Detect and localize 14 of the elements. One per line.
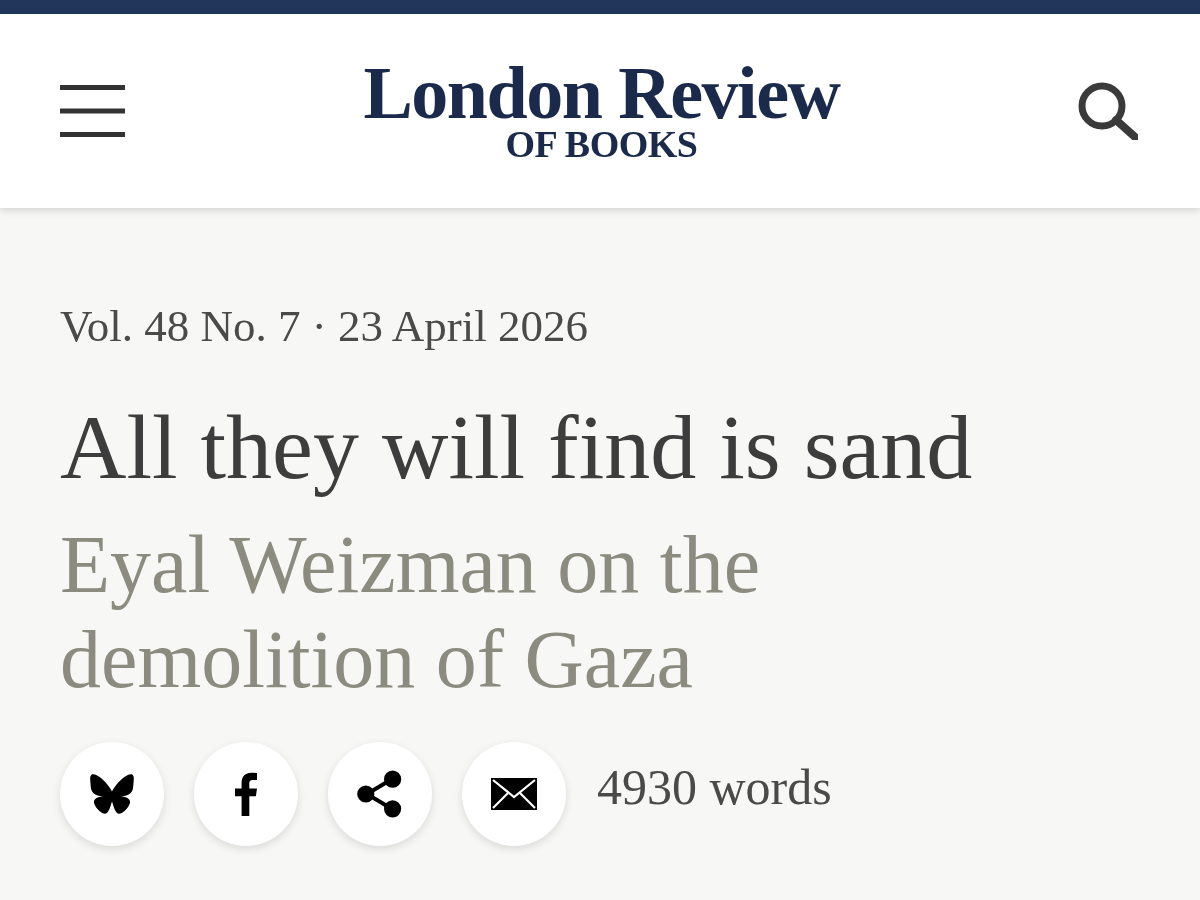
article-title: All they will find is sand <box>60 397 974 498</box>
masthead-subtitle[interactable]: OF BOOKS <box>505 126 698 162</box>
word-count: 4930 words <box>597 758 832 817</box>
menu-button[interactable] <box>60 85 125 137</box>
menu-icon <box>60 85 125 137</box>
envelope-icon <box>491 778 537 810</box>
search-button[interactable] <box>1078 82 1138 140</box>
facebook-icon <box>235 772 257 816</box>
masthead-title[interactable]: London Review <box>363 60 840 126</box>
butterfly-icon <box>90 774 134 814</box>
issue-date: Vol. 48 No. 7 · 23 April 2026 <box>60 300 589 353</box>
search-icon <box>1078 82 1138 140</box>
article-standfirst: Eyal Weizman on the demolition of Gaza <box>60 518 762 707</box>
share-icon <box>357 770 403 818</box>
